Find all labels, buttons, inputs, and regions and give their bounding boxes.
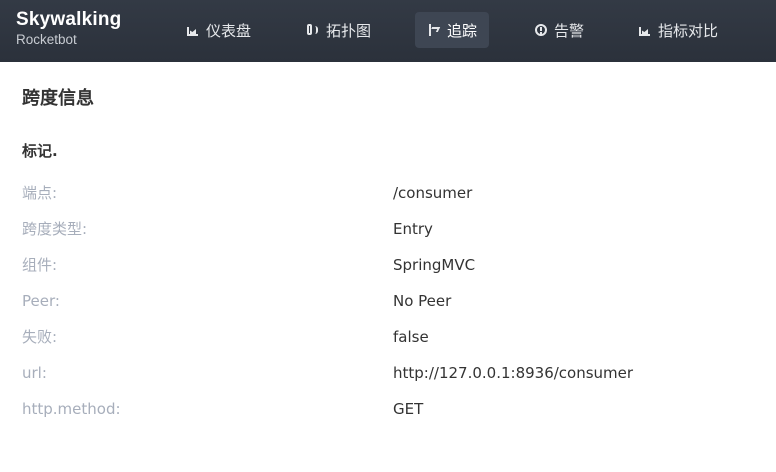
nav-metrics-compare-label: 指标对比 [658,21,719,40]
nav-topology-label: 拓扑图 [326,21,372,40]
nav-alarm[interactable]: 告警 [522,12,596,48]
row-value: /consumer [393,184,473,202]
nav-topology[interactable]: 拓扑图 [294,12,383,48]
row-key: 端点: [22,184,58,202]
trace-icon [427,23,441,37]
info-row-error: 失败: false [22,326,762,348]
row-key: http.method: [22,400,121,418]
alarm-icon [534,23,548,37]
info-row-span-type: 跨度类型: Entry [22,218,762,240]
row-value: SpringMVC [393,256,476,274]
row-value: GET [393,400,424,418]
row-value: No Peer [393,292,452,310]
info-row-http-method: http.method: GET [22,398,762,420]
row-value: Entry [393,220,433,238]
nav-alarm-label: 告警 [554,21,585,40]
row-key: Peer: [22,292,60,310]
info-row-endpoint: 端点: /consumer [22,182,762,204]
row-value: http://127.0.0.1:8936/consumer [393,364,634,382]
nav-dashboard[interactable]: 仪表盘 [174,12,263,48]
top-navigation-bar: Skywalking Rocketbot 仪表盘 拓扑图 追踪 告警 指标对比 [0,0,776,62]
nav-trace[interactable]: 追踪 [415,12,490,48]
brand-logo[interactable]: Skywalking Rocketbot [16,10,122,47]
nav-dashboard-label: 仪表盘 [206,21,252,40]
topology-icon [306,23,320,37]
metrics-compare-chart-icon [638,23,652,37]
row-key: 失败: [22,328,58,346]
dashboard-chart-icon [186,23,200,37]
row-key: 跨度类型: [22,220,88,238]
info-row-component: 组件: SpringMVC [22,254,762,276]
brand-name: Skywalking [16,9,122,30]
brand-subtitle: Rocketbot [16,32,77,47]
panel-title: 跨度信息 [22,88,94,109]
info-row-url: url: http://127.0.0.1:8936/consumer [22,362,762,384]
row-key: 组件: [22,256,58,274]
tags-title: 标记. [22,142,58,160]
row-key: url: [22,364,47,382]
nav-metrics-compare[interactable]: 指标对比 [626,12,730,48]
info-row-peer: Peer: No Peer [22,290,762,312]
nav-trace-label: 追踪 [447,21,478,40]
row-value: false [393,328,429,346]
